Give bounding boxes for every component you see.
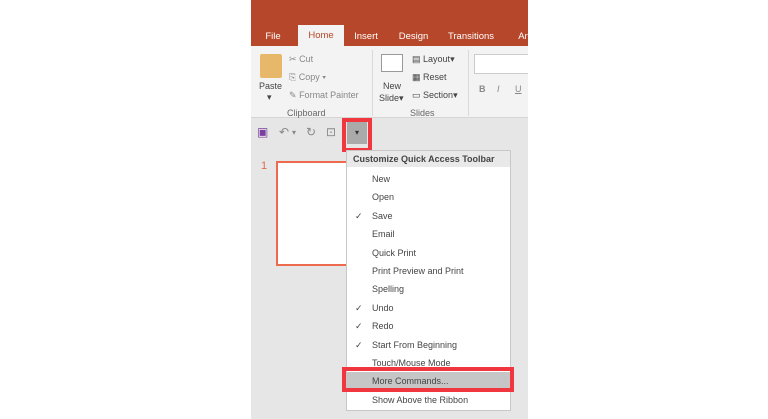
redo-icon[interactable]: ↻ [306,125,316,139]
ribbon: Paste ▾ ✂ Cut ⎘ Copy ▾ ✎ Format Painter … [251,46,528,118]
menu-item-label: Spelling [372,284,405,295]
paste-icon [260,54,282,78]
font-name-input[interactable] [474,54,528,74]
quick-access-toolbar: ▣ ↶ ▾ ↻ ⊡ ▾ [251,118,528,146]
tab-animations[interactable]: An [514,28,528,46]
scissors-icon: ✂ [289,54,297,64]
undo-icon[interactable]: ↶ [279,125,289,139]
format-painter-button[interactable]: ✎ Format Painter [289,90,359,101]
divider [468,50,469,116]
checkmark-icon: ✓ [355,339,363,350]
layout-button[interactable]: ▤ Layout▾ [412,54,455,65]
italic-button[interactable]: I [497,84,500,94]
menu-item[interactable]: Email [347,225,510,243]
menu-item[interactable]: Quick Print [347,244,510,262]
format-painter-label: Format Painter [299,90,359,100]
copy-label: Copy [298,72,320,82]
new-slide-label-2: Slide [379,93,400,103]
slide-thumbnail[interactable] [276,161,356,266]
checkmark-icon: ✓ [355,210,363,221]
menu-item[interactable]: New [347,170,510,188]
reset-label: Reset [423,72,447,82]
paste-button[interactable]: Paste [259,81,282,91]
menu-item-label: Show Above the Ribbon [372,394,469,405]
cut-button[interactable]: ✂ Cut [289,54,313,65]
section-button[interactable]: ▭ Section▾ [412,90,458,101]
divider [372,50,373,116]
reset-icon: ▦ [412,72,421,82]
slides-group-label: Slides [410,108,435,118]
new-slide-icon [381,54,403,72]
tab-transitions[interactable]: Transitions [446,28,496,46]
start-from-beginning-icon[interactable]: ⊡ [326,125,336,139]
menu-item[interactable]: ✓ Redo [347,317,510,335]
highlight-box [342,367,514,392]
menu-item-label: Undo [372,302,394,313]
menu-item-label: Email [372,229,395,240]
menu-item-label: Open [372,192,395,203]
copy-icon: ⎘ [289,72,297,82]
menu-item[interactable]: Show Above the Ribbon [347,391,510,409]
menu-item[interactable]: ✓ Save [347,207,510,225]
menu-item-label: Save [372,210,393,221]
menu-item-label: Print Preview and Print [372,265,464,276]
copy-button[interactable]: ⎘ Copy ▾ [289,72,326,83]
cut-label: Cut [299,54,314,64]
checkmark-icon: ✓ [355,321,363,332]
new-slide-button[interactable]: Slide▾ [379,93,404,104]
menu-item-label: Quick Print [372,247,417,258]
slide-number: 1 [261,160,268,172]
menu-item-label: New [372,174,391,184]
brush-icon: ✎ [289,90,297,100]
menu-item[interactable]: ✓ Start From Beginning [347,336,510,354]
menu-title: Customize Quick Access Toolbar [347,151,510,167]
underline-button[interactable]: U [515,84,522,94]
menu-item[interactable]: Spelling [347,280,510,298]
bold-button[interactable]: B [479,84,486,94]
highlight-box [342,118,372,152]
clipboard-group-label: Clipboard [287,108,326,118]
tab-insert[interactable]: Insert [351,28,381,46]
chevron-down-icon[interactable]: ▾ [267,92,272,103]
menu-item[interactable]: Print Preview and Print [347,262,510,280]
reset-button[interactable]: ▦ Reset [412,72,447,83]
checkmark-icon: ✓ [355,302,363,313]
layout-label: Layout [423,54,451,64]
powerpoint-window: File Home Insert Design Transitions An P… [251,0,528,419]
save-icon[interactable]: ▣ [257,125,268,139]
section-label: Section [423,90,454,100]
tab-file[interactable]: File [259,28,287,46]
menu-item[interactable]: Open [347,188,510,206]
title-bar: File Home Insert Design Transitions An [251,0,528,46]
tab-home[interactable]: Home [298,25,344,46]
layout-icon: ▤ [412,54,421,64]
undo-dropdown-icon[interactable]: ▾ [292,128,296,137]
new-slide-label-1[interactable]: New [383,81,401,91]
menu-item[interactable]: ✓ Undo [347,299,510,317]
section-icon: ▭ [412,90,421,100]
tab-design[interactable]: Design [396,28,431,46]
menu-item-label: Start From Beginning [372,339,458,350]
menu-item-label: Redo [372,321,394,332]
